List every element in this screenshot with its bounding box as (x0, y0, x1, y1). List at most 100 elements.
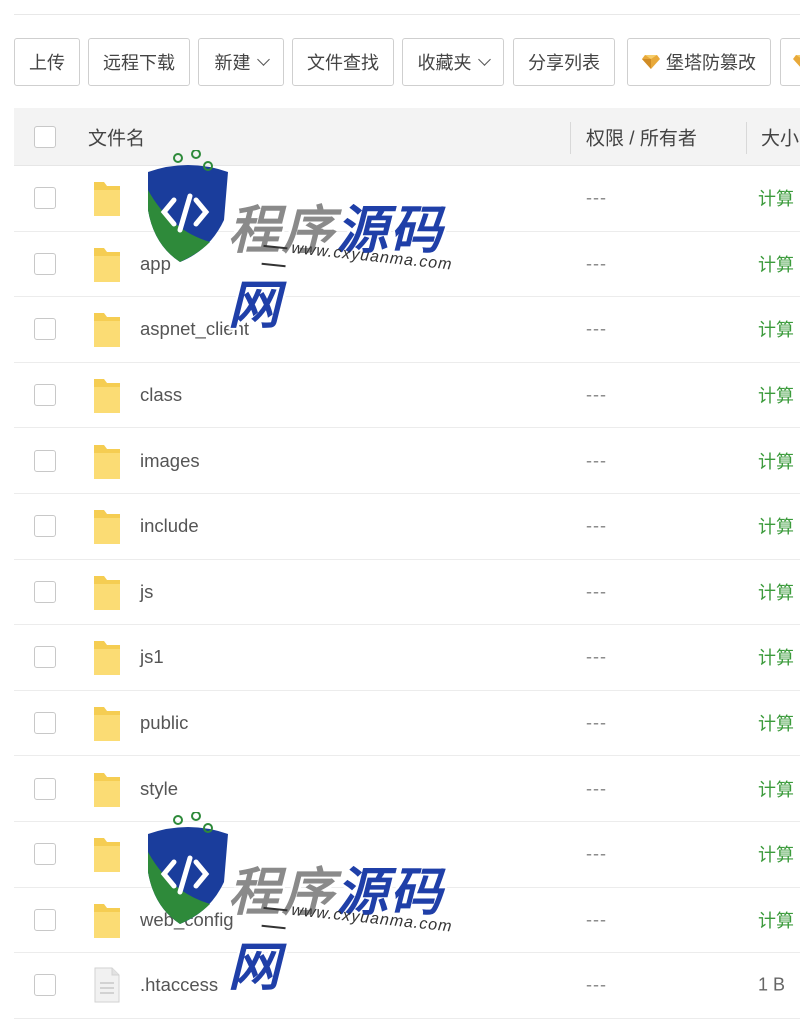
folder-icon (94, 313, 120, 348)
permission-value: --- (586, 712, 607, 733)
table-row[interactable]: images --- 计算 (14, 428, 800, 494)
share-list-button[interactable]: 分享列表 (513, 38, 615, 86)
calculate-size-link[interactable]: 计算 (758, 251, 794, 277)
select-all-checkbox[interactable] (34, 125, 56, 148)
file-name[interactable]: js (140, 581, 153, 603)
calculate-size-link[interactable]: 计算 (758, 382, 794, 408)
calculate-size-link[interactable]: 计算 (758, 185, 794, 211)
permission-value: --- (586, 515, 607, 536)
remote-download-button[interactable]: 远程下载 (88, 38, 190, 86)
calculate-size-link[interactable]: 计算 (758, 513, 794, 539)
chevron-down-icon (477, 53, 491, 66)
table-row[interactable]: style --- 计算 (14, 756, 800, 822)
row-checkbox[interactable] (34, 974, 56, 997)
remote-download-button-label: 远程下载 (103, 53, 175, 73)
upload-button-label: 上传 (29, 53, 65, 73)
permission-value: --- (586, 318, 607, 339)
table-row[interactable]: --- 计算 (14, 166, 800, 232)
calculate-size-link[interactable]: 计算 (758, 841, 794, 867)
file-name[interactable]: aspnet_client (140, 318, 249, 340)
permission-value: --- (586, 843, 607, 864)
row-checkbox[interactable] (34, 843, 56, 866)
file-table: 文件名 权限 / 所有者 大小 --- 计算 app --- 计算 aspnet_clie… (14, 108, 800, 1019)
calculate-size-link[interactable]: 计算 (758, 316, 794, 342)
row-checkbox[interactable] (34, 252, 56, 275)
file-icon (94, 967, 120, 1003)
permission-value: --- (586, 909, 607, 930)
folder-icon (94, 707, 120, 742)
file-name[interactable]: web_config (140, 909, 234, 931)
table-row[interactable]: web_config --- 计算 (14, 888, 800, 954)
row-checkbox[interactable] (34, 318, 56, 341)
file-name[interactable]: app (140, 253, 171, 275)
permission-value: --- (586, 778, 607, 799)
folder-icon (94, 510, 120, 545)
tamper-protection-button-label: 堡塔防篡改 (666, 53, 756, 73)
permission-value: --- (586, 581, 607, 602)
table-header: 文件名 权限 / 所有者 大小 (14, 108, 800, 166)
file-search-button-label: 文件查找 (307, 53, 379, 73)
chevron-down-icon (256, 53, 270, 66)
row-checkbox[interactable] (34, 515, 56, 538)
calculate-size-link[interactable]: 计算 (758, 907, 794, 933)
column-header-name[interactable]: 文件名 (88, 123, 145, 150)
file-name[interactable]: .htaccess (140, 974, 218, 996)
folder-icon (94, 903, 120, 938)
file-name[interactable]: class (140, 384, 182, 406)
table-row[interactable]: --- 计算 (14, 822, 800, 888)
table-row[interactable]: js --- 计算 (14, 560, 800, 626)
folder-icon (94, 575, 120, 610)
row-checkbox[interactable] (34, 449, 56, 472)
table-row[interactable]: include --- 计算 (14, 494, 800, 560)
row-checkbox[interactable] (34, 580, 56, 603)
tamper-protection-button[interactable]: 堡塔防篡改 (627, 38, 771, 86)
toolbar: 上传 远程下载 新建 文件查找 收藏夹 分享列表 堡塔防篡改 (14, 38, 800, 86)
column-divider (570, 122, 571, 154)
calculate-size-link[interactable]: 计算 (758, 579, 794, 605)
file-name[interactable]: js1 (140, 646, 164, 668)
row-checkbox[interactable] (34, 777, 56, 800)
row-checkbox[interactable] (34, 712, 56, 735)
calculate-size-link[interactable]: 计算 (758, 644, 794, 670)
row-checkbox[interactable] (34, 187, 56, 210)
file-search-button[interactable]: 文件查找 (292, 38, 394, 86)
file-name[interactable]: style (140, 778, 178, 800)
permission-value: --- (586, 450, 607, 471)
favorites-button-label: 收藏夹 (417, 53, 472, 73)
permission-value: --- (586, 253, 607, 274)
column-divider (746, 122, 747, 154)
folder-icon (94, 379, 120, 414)
table-row[interactable]: js1 --- 计算 (14, 625, 800, 691)
permission-value: --- (586, 384, 607, 405)
file-size: 1 B (758, 974, 786, 995)
table-row[interactable]: app --- 计算 (14, 232, 800, 298)
folder-icon (94, 772, 120, 807)
table-row[interactable]: aspnet_client --- 计算 (14, 297, 800, 363)
column-header-permission[interactable]: 权限 / 所有者 (586, 123, 697, 150)
new-dropdown-button[interactable]: 新建 (198, 38, 284, 86)
folder-icon (94, 182, 120, 217)
file-name[interactable]: include (140, 515, 199, 537)
permission-value: --- (586, 187, 607, 208)
permission-value: --- (586, 974, 607, 995)
favorites-dropdown-button[interactable]: 收藏夹 (402, 38, 504, 86)
table-row[interactable]: class --- 计算 (14, 363, 800, 429)
extra-button[interactable] (780, 38, 800, 86)
row-checkbox[interactable] (34, 908, 56, 931)
upload-button[interactable]: 上传 (14, 38, 80, 86)
top-divider (14, 14, 800, 15)
row-checkbox[interactable] (34, 384, 56, 407)
file-name[interactable]: public (140, 712, 188, 734)
table-row[interactable]: public --- 计算 (14, 691, 800, 757)
gem-icon (642, 55, 660, 69)
calculate-size-link[interactable]: 计算 (758, 448, 794, 474)
calculate-size-link[interactable]: 计算 (758, 776, 794, 802)
row-checkbox[interactable] (34, 646, 56, 669)
folder-icon (94, 641, 120, 676)
column-header-size[interactable]: 大小 (761, 123, 799, 150)
share-list-button-label: 分享列表 (528, 53, 600, 73)
file-name[interactable]: images (140, 450, 200, 472)
table-row[interactable]: .htaccess --- 1 B (14, 953, 800, 1019)
table-body: --- 计算 app --- 计算 aspnet_client --- 计算 class --- 计… (14, 166, 800, 1019)
calculate-size-link[interactable]: 计算 (758, 710, 794, 736)
